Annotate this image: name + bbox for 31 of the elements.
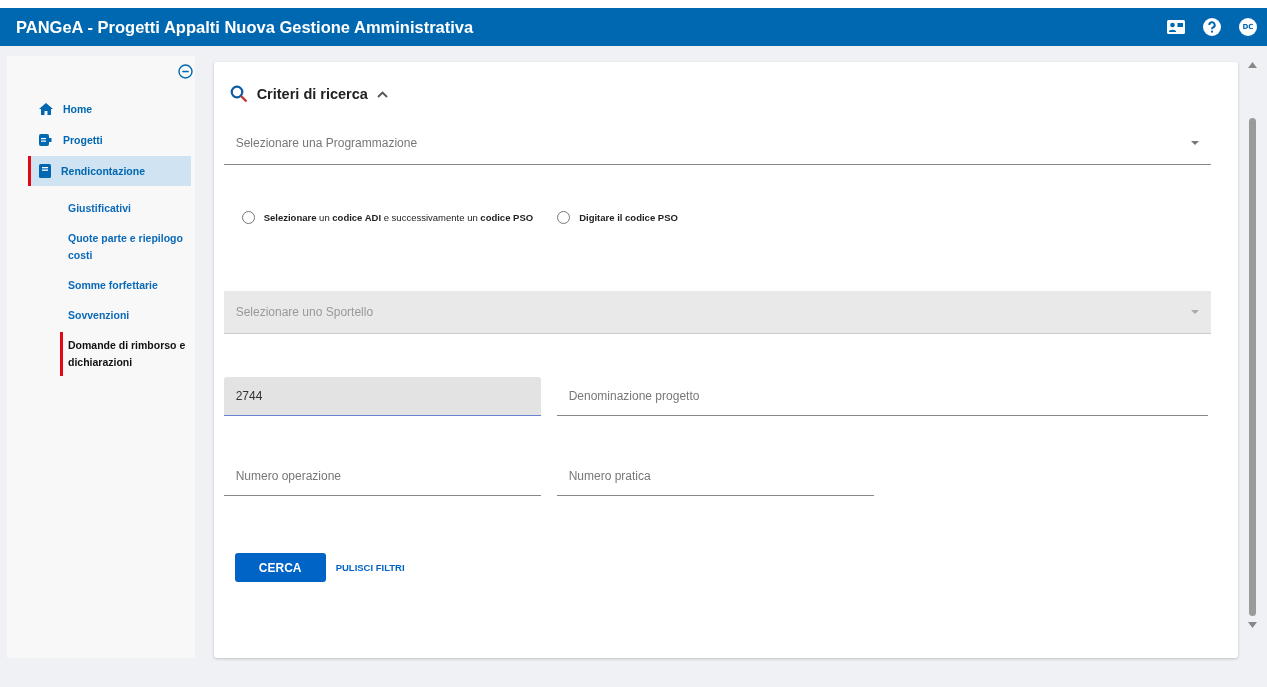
nav-item[interactable]: Home [28,94,191,124]
nav-item[interactable]: Rendicontazione [28,156,191,186]
help-icon[interactable] [1203,18,1221,36]
radio-label: Selezionare un codice ADI e successivamente un codice PSO [263,212,534,223]
nav-item[interactable]: Progetti [28,125,191,155]
collapse-icon[interactable] [177,64,193,79]
dropdown-icon [1191,310,1200,314]
nav-subitem[interactable]: Domande di rimborso e dichiarazioni [60,332,195,376]
nav-subitem[interactable]: Quote parte e riepilogo costi [60,225,195,269]
section-title: Criteri di ricerca [256,86,368,102]
input-field[interactable]: Numero pratica [556,457,874,496]
nav-subitem[interactable]: Giustificativi [60,195,195,222]
search-icon [229,85,248,103]
contact-card-icon[interactable] [1167,20,1185,34]
home-icon [39,103,53,115]
scroll-up-icon[interactable] [1247,62,1257,68]
input-field[interactable]: Numero operazione [223,457,541,496]
input-field[interactable]: Denominazione progetto [556,377,1208,416]
radio-label: Digitare il codice PSO [579,212,678,223]
chevron-icon[interactable] [376,90,388,98]
nav-subitem[interactable]: Somme forfettarie [60,272,195,299]
search-button[interactable]: CERCA [234,553,326,582]
nav-subitem[interactable]: Sovvenzioni [60,302,195,329]
dropdown-icon [1191,141,1200,145]
clear-filters-button[interactable]: PULISCI FILTRI [335,558,405,577]
scrollbar-thumb[interactable] [1248,118,1256,616]
ledger-icon [39,164,51,178]
scroll-down-icon[interactable] [1247,622,1257,628]
app-title: PANGeA - Progetti Appalti Nuova Gestione Amministrativa [16,17,474,37]
document-icon [39,134,53,146]
select-field[interactable]: Selezionare una Programmazione [223,122,1212,165]
